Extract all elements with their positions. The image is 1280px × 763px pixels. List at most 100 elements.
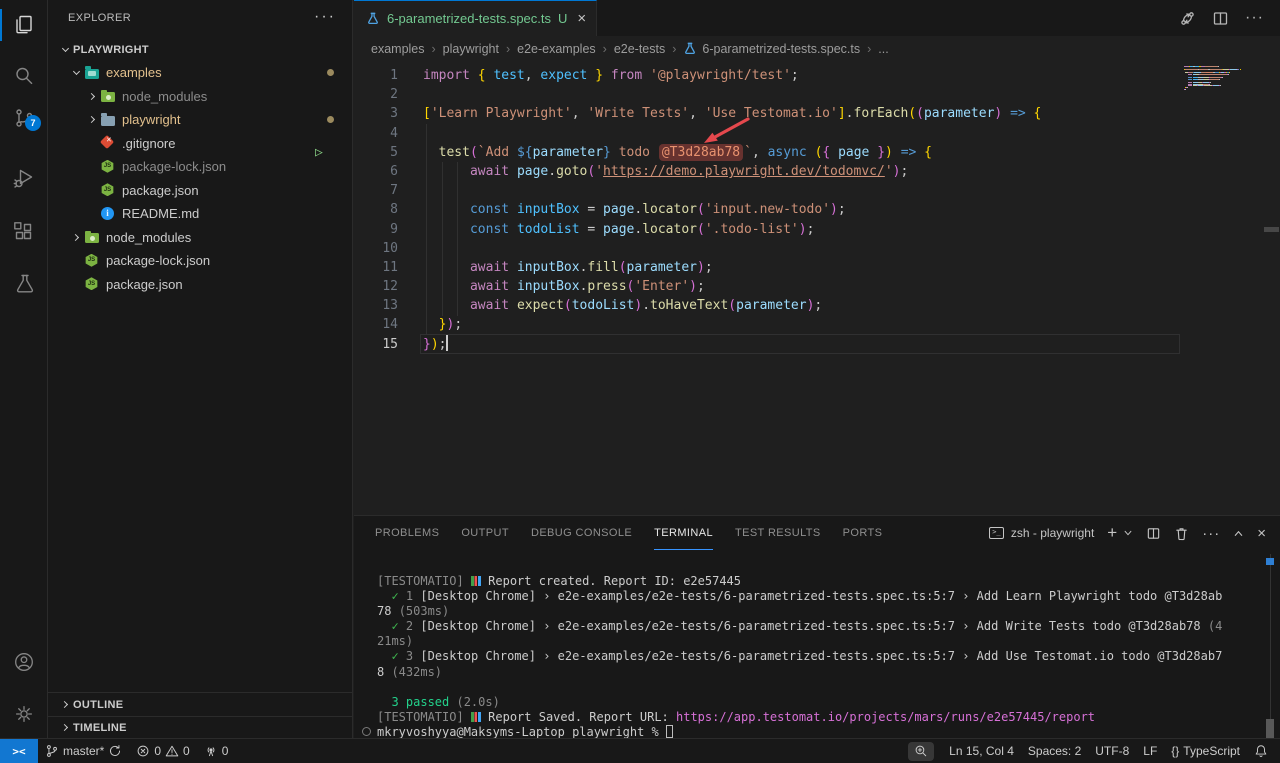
beaker-icon — [683, 42, 697, 56]
folder-node-icon — [100, 88, 120, 104]
split-terminal-icon[interactable] — [1146, 526, 1161, 541]
close-icon[interactable]: × — [577, 10, 586, 27]
terminal-line: 78 (503ms) — [354, 604, 1280, 619]
tree-item-examples[interactable]: examples — [48, 61, 352, 85]
trash-icon[interactable] — [1174, 526, 1189, 541]
breadcrumb-item[interactable]: ... — [878, 42, 888, 56]
settings-gear-icon[interactable] — [0, 694, 48, 734]
minimap[interactable] — [1184, 66, 1246, 106]
source-control-icon[interactable] — [0, 98, 48, 138]
line-number: 12 — [354, 277, 398, 296]
tree-item-package-lock.json[interactable]: JSpackage-lock.json — [48, 249, 352, 273]
breadcrumb-item[interactable]: playwright — [443, 42, 499, 56]
sync-icon — [108, 744, 122, 758]
zoom-indicator[interactable] — [908, 742, 934, 761]
tree-item-node_modules[interactable]: node_modules — [48, 226, 352, 250]
chevron-spacer — [84, 206, 100, 222]
tree-item-label: package.json — [122, 183, 199, 198]
terminal-output[interactable]: [TESTOMATIO] Report created. Report ID: … — [354, 574, 1280, 740]
chevron-right-icon[interactable] — [68, 229, 84, 245]
git-branch-item[interactable]: master* — [38, 739, 129, 763]
line-number: 15 — [354, 335, 398, 354]
split-editor-icon[interactable] — [1212, 10, 1229, 27]
chevron-spacer — [84, 182, 100, 198]
breadcrumb-item[interactable]: e2e-tests — [614, 42, 665, 56]
panel-tab-output[interactable]: OUTPUT — [461, 516, 509, 550]
close-panel-icon[interactable]: × — [1257, 525, 1266, 542]
tree-item-label: playwright — [122, 112, 181, 127]
panel-tab-ports[interactable]: PORTS — [843, 516, 883, 550]
tab-spec-file[interactable]: 6-parametrized-tests.spec.ts U × — [354, 0, 597, 36]
tree-item-package.json[interactable]: JSpackage.json — [48, 179, 352, 203]
code-line-3: ['Learn Playwright', 'Write Tests', 'Use… — [423, 104, 1041, 123]
notifications-item[interactable] — [1247, 739, 1280, 763]
breadcrumb-item[interactable]: e2e-examples — [517, 42, 596, 56]
terminal-line: 8 (432ms) — [354, 665, 1280, 680]
panel: PROBLEMS OUTPUT DEBUG CONSOLE TERMINAL TEST … — [354, 515, 1280, 738]
tree-item-label: examples — [106, 65, 162, 80]
breadcrumb-item[interactable]: 6-parametrized-tests.spec.ts — [702, 42, 860, 56]
breadcrumb-item[interactable]: examples — [371, 42, 425, 56]
problems-item[interactable]: 0 0 — [129, 739, 196, 763]
info-icon: i — [100, 206, 120, 222]
ports-item[interactable]: 0 — [197, 739, 236, 763]
tree-item-package.json[interactable]: JSpackage.json — [48, 273, 352, 297]
terminal-cursor — [666, 725, 673, 738]
chevron-spacer — [68, 253, 84, 269]
tree-item-.gitignore[interactable]: .gitignore — [48, 132, 352, 156]
line-number: 9 — [354, 220, 398, 239]
terminal-line: ✓ 2 [Desktop Chrome] › e2e-examples/e2e-… — [354, 619, 1280, 634]
open-changes-icon[interactable] — [1179, 10, 1196, 27]
code-line-2 — [423, 85, 1041, 104]
run-test-icon[interactable]: ▷ — [315, 145, 323, 160]
sidebar-more-actions-icon[interactable]: ··· — [314, 8, 336, 26]
outline-section[interactable]: OUTLINE — [48, 692, 352, 716]
chevron-up-icon[interactable] — [1233, 528, 1244, 539]
remote-indicator[interactable]: >< — [0, 739, 38, 763]
overview-ruler-mark — [1264, 227, 1279, 232]
chevron-right-icon[interactable] — [84, 88, 100, 104]
code-lines: import { test, expect } from '@playwrigh… — [423, 66, 1041, 354]
accounts-icon[interactable] — [0, 642, 48, 682]
terminal-icon: >_ — [989, 527, 1004, 539]
tree-item-package-lock.json[interactable]: JSpackage-lock.json — [48, 155, 352, 179]
breadcrumb-separator: › — [432, 42, 436, 56]
vscode-window: 7 EXPLORER ··· PLAYWRIGHT examplesnode_m… — [0, 0, 1280, 763]
testing-icon[interactable] — [0, 264, 48, 304]
timeline-section[interactable]: TIMELINE — [48, 716, 352, 738]
eol[interactable]: LF — [1136, 739, 1164, 763]
line-number: 5 — [354, 143, 398, 162]
code-editor[interactable]: 123456789101112131415 ▷ import { test, e… — [354, 61, 1280, 515]
chevron-down-icon[interactable] — [1123, 528, 1133, 538]
new-terminal-icon[interactable]: + — [1107, 523, 1117, 543]
run-debug-icon[interactable] — [0, 158, 48, 198]
activity-bar: 7 — [0, 0, 48, 738]
chevron-right-icon[interactable] — [84, 112, 100, 128]
terminal-label[interactable]: zsh - playwright — [1011, 526, 1094, 540]
panel-tab-terminal[interactable]: TERMINAL — [654, 516, 713, 550]
breadcrumb-separator: › — [603, 42, 607, 56]
chevron-down-icon[interactable] — [68, 65, 84, 81]
more-actions-icon[interactable]: ··· — [1202, 525, 1220, 542]
extensions-icon[interactable] — [0, 212, 48, 252]
search-icon[interactable] — [0, 56, 48, 96]
workspace-root-row[interactable]: PLAYWRIGHT — [48, 38, 352, 61]
command-decoration-icon[interactable] — [362, 727, 371, 736]
line-number: 7 — [354, 181, 398, 200]
language-mode[interactable]: {} TypeScript — [1164, 739, 1247, 763]
tree-item-playwright[interactable]: playwright — [48, 108, 352, 132]
terminal-scrollbar-thumb[interactable] — [1266, 719, 1274, 739]
errors-icon — [136, 744, 150, 758]
indentation[interactable]: Spaces: 2 — [1021, 739, 1088, 763]
branch-icon — [45, 744, 59, 758]
cursor-position[interactable]: Ln 15, Col 4 — [942, 739, 1021, 763]
panel-tab-debug-console[interactable]: DEBUG CONSOLE — [531, 516, 632, 550]
explorer-icon[interactable] — [0, 5, 48, 45]
panel-tab-test-results[interactable]: TEST RESULTS — [735, 516, 821, 550]
more-actions-icon[interactable]: ··· — [1245, 9, 1264, 27]
code-line-12: await inputBox.press('Enter'); — [423, 277, 1041, 296]
encoding[interactable]: UTF-8 — [1088, 739, 1136, 763]
panel-tab-problems[interactable]: PROBLEMS — [375, 516, 439, 550]
tree-item-node_modules[interactable]: node_modules — [48, 85, 352, 109]
tree-item-README.md[interactable]: iREADME.md — [48, 202, 352, 226]
